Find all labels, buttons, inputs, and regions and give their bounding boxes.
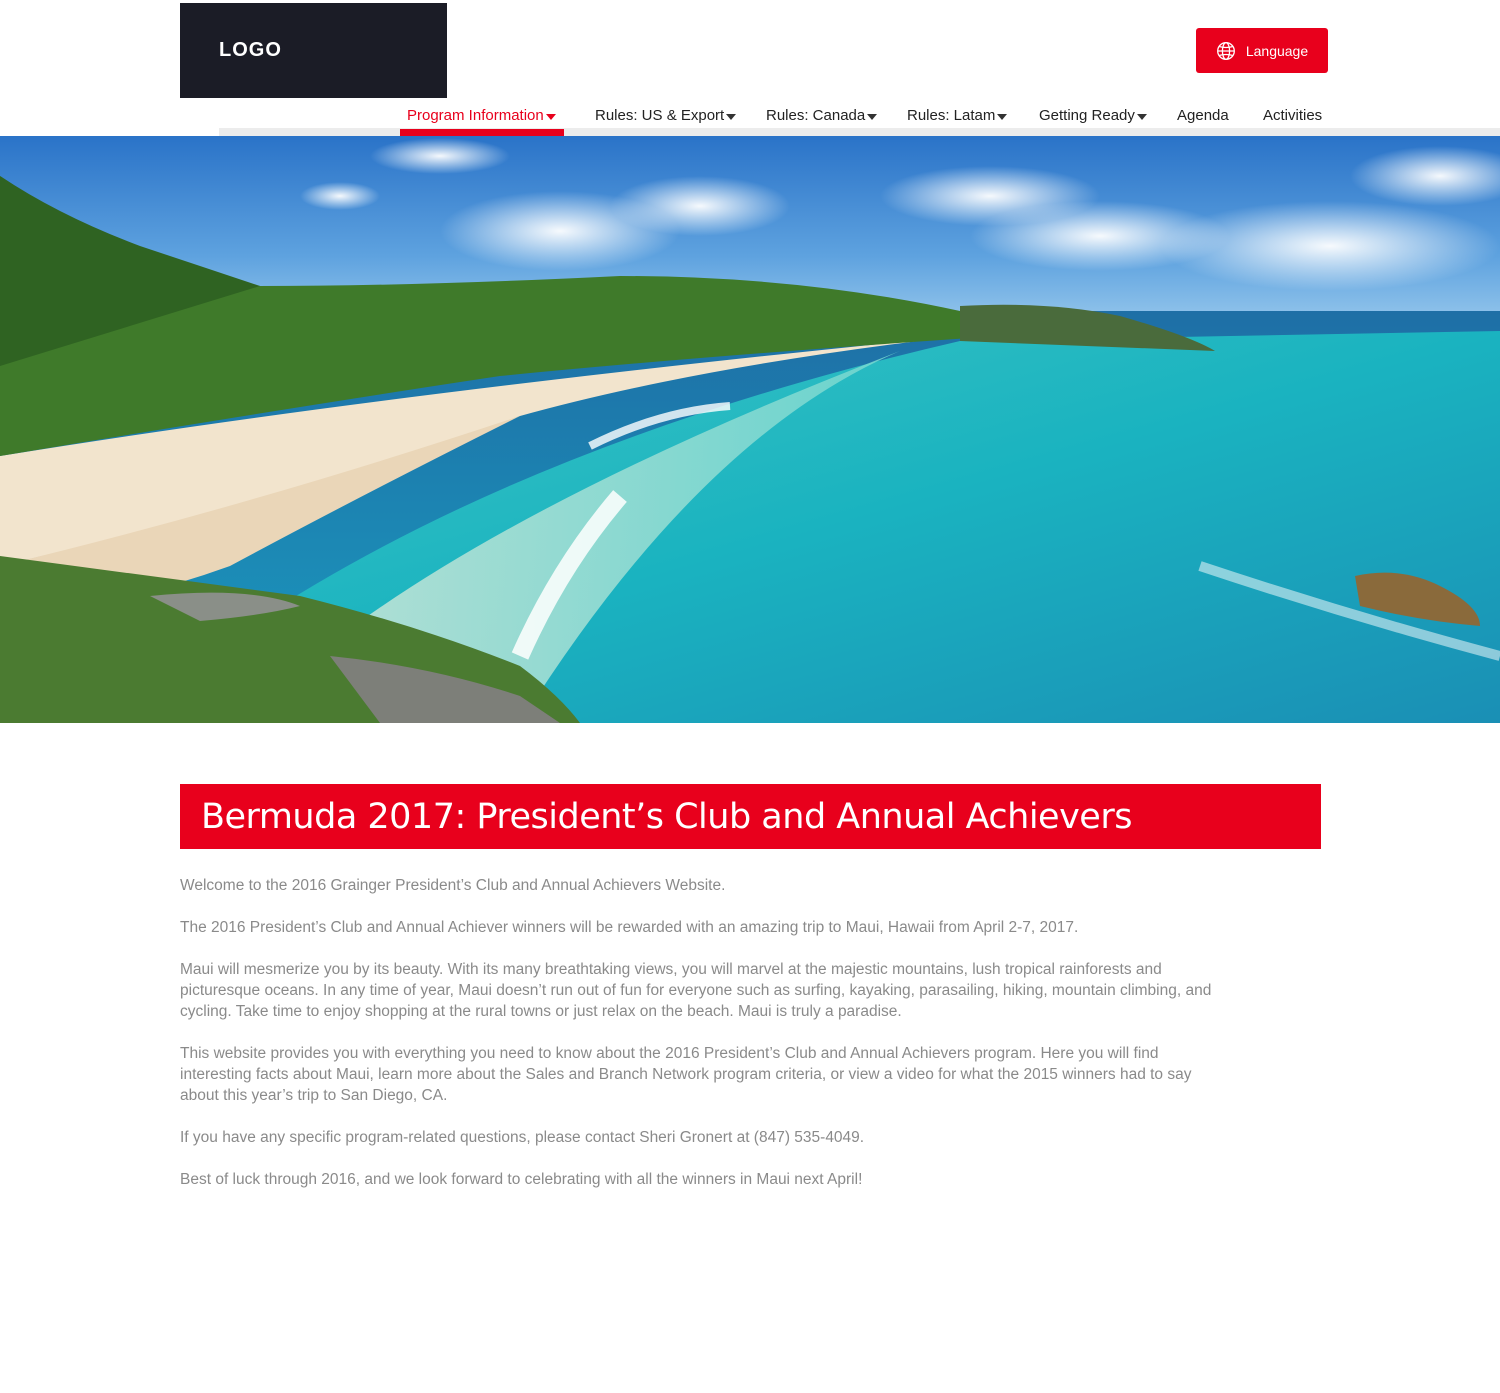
- page-title-bar: Bermuda 2017: President’s Club and Annua…: [180, 784, 1321, 849]
- caret-down-icon: [997, 114, 1008, 120]
- logo-text: LOGO: [219, 39, 282, 61]
- nav-item-label: Program Information: [407, 107, 544, 124]
- nav-item-program-information[interactable]: Program Information: [400, 104, 564, 136]
- beach-photo-icon: [0, 136, 1500, 723]
- main-content: Welcome to the 2016 Grainger President’s…: [180, 875, 1220, 1211]
- language-label: Language: [1245, 42, 1309, 59]
- nav-item-rules-latam[interactable]: Rules: Latam: [907, 104, 1008, 136]
- nav-item-rules-canada[interactable]: Rules: Canada: [766, 104, 878, 136]
- hero-image: [0, 136, 1500, 723]
- nav-item-label: Rules: Latam: [907, 107, 996, 124]
- globe-icon: [1216, 41, 1235, 60]
- nav-item-label: Agenda: [1177, 107, 1229, 124]
- caret-down-icon: [726, 114, 737, 120]
- nav-item-label: Rules: US & Export: [595, 107, 725, 124]
- site-header: LOGO Language Program Information Rules:…: [0, 0, 1500, 136]
- page-title: Bermuda 2017: President’s Club and Annua…: [201, 796, 1132, 837]
- nav-item-activities[interactable]: Activities: [1263, 104, 1322, 136]
- nav-item-getting-ready[interactable]: Getting Ready: [1039, 104, 1147, 136]
- caret-down-icon: [545, 114, 556, 120]
- logo[interactable]: LOGO: [180, 3, 447, 98]
- paragraph-closing: Best of luck through 2016, and we look f…: [180, 1171, 863, 1188]
- main-nav: Program Information Rules: US & Export R…: [0, 104, 1500, 136]
- nav-item-rules-us-export[interactable]: Rules: US & Export: [595, 104, 737, 136]
- nav-item-label: Activities: [1263, 107, 1323, 124]
- nav-item-label: Getting Ready: [1039, 107, 1135, 124]
- paragraph-maui: Maui will mesmerize you by its beauty. W…: [180, 961, 1212, 1020]
- paragraph-contact: If you have any specific program-related…: [180, 1129, 865, 1146]
- paragraph-trip: The 2016 President’s Club and Annual Ach…: [180, 919, 1079, 936]
- nav-item-agenda[interactable]: Agenda: [1177, 104, 1229, 136]
- caret-down-icon: [867, 114, 878, 120]
- language-button[interactable]: Language: [1196, 28, 1328, 73]
- paragraph-website: This website provides you with everythin…: [180, 1045, 1192, 1104]
- nav-item-label: Rules: Canada: [766, 107, 866, 124]
- paragraph-welcome: Welcome to the 2016 Grainger President’s…: [180, 877, 726, 894]
- caret-down-icon: [1136, 114, 1147, 120]
